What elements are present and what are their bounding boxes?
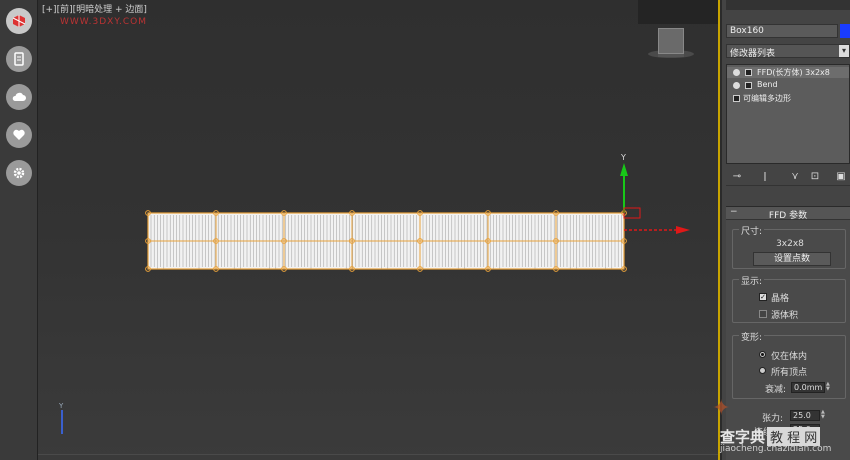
object-name-field[interactable]: Box160 [726,24,838,38]
heart-icon[interactable] [6,122,32,148]
front-viewport[interactable]: [+][前][明暗处理 + 边面] WWW.3DXY.COM Y Y [38,0,720,460]
stack-item-label: Bend [757,80,778,89]
watermark-url: jiaocheng.chazidian.com [720,444,832,454]
gizmo-x-arrow-icon [676,226,690,234]
deform-group-title: 变形: [739,330,765,343]
show-end-result-icon[interactable]: ǀ [758,170,772,184]
document-icon[interactable] [6,46,32,72]
app-logo-icon[interactable] [6,8,32,34]
stack-item-bend[interactable]: Bend [727,80,849,91]
gear-icon[interactable] [6,160,32,186]
site-watermark-corner: ✦ 查字典教 程 网 jiaocheng.chazidian.com [708,392,850,460]
expand-icon[interactable] [745,82,752,89]
only-in-volume-label: 仅在体内 [771,352,808,362]
expand-icon[interactable] [745,69,752,76]
only-in-volume-radio[interactable] [759,351,766,358]
pin-stack-icon[interactable]: ⊸ [730,170,744,184]
lattice-label: 晶格 [771,294,790,304]
configure-modifier-sets-icon[interactable]: ▣ [834,170,848,184]
all-vertices-label: 所有顶点 [771,368,808,378]
remove-modifier-icon[interactable]: ⊡ [808,170,822,184]
rollout-header[interactable]: − FFD 参数 [726,207,850,221]
modifier-list-label: 修改器列表 [730,49,776,59]
make-unique-icon[interactable]: ⋎ [788,170,802,184]
set-points-button[interactable]: 设置点数 [753,252,831,266]
dimensions-group-title: 尺寸: [739,224,765,237]
command-panel: Box160 修改器列表 ▾ FFD(长方体) 3x2x8 Bend 可编辑多边… [722,0,850,460]
all-vertices-radio[interactable] [759,367,766,374]
modifier-stack[interactable]: FFD(长方体) 3x2x8 Bend 可编辑多边形 [726,64,850,164]
scene-canvas[interactable]: Y Y [38,0,720,460]
stack-item-label: FFD(长方体) 3x2x8 [757,68,830,77]
modifier-list-dropdown[interactable]: 修改器列表 ▾ [726,44,850,59]
rollout-title: FFD 参数 [768,211,808,221]
cloud-icon[interactable] [6,84,32,110]
world-axis-y-label: Y [58,402,64,410]
dimensions-group: 尺寸: 3x2x8 设置点数 [732,224,846,269]
stack-toolbar: ⊸ ǀ ⋎ ⊡ ▣ [726,168,850,186]
chazidian-logo-icon: ✦ [712,396,731,421]
expand-icon[interactable] [733,95,740,102]
display-group-title: 显示: [739,274,765,287]
viewport-bottom-bar [38,454,718,460]
dimensions-value: 3x2x8 [776,239,804,249]
world-axis-tripod: Y [58,402,64,434]
chevron-down-icon[interactable]: ▾ [839,45,849,57]
lightbulb-icon[interactable] [733,82,740,89]
gizmo-y-label: Y [620,153,626,162]
deform-group: 变形: 仅在体内 所有顶点 衰减: 0.0mm ▲ ▼ [732,330,846,399]
move-gizmo[interactable]: Y [620,153,690,234]
stack-item-editable-poly[interactable]: 可编辑多边形 [727,93,849,104]
lattice-checkbox[interactable]: ✓ [759,293,767,301]
stack-item-ffd[interactable]: FFD(长方体) 3x2x8 [727,67,849,78]
object-color-swatch[interactable] [840,24,850,38]
left-dock [0,0,38,460]
source-volume-checkbox[interactable] [759,310,767,318]
display-group: 显示: ✓ 晶格 源体积 [732,274,846,323]
source-volume-label: 源体积 [771,311,799,321]
command-panel-tabs[interactable] [726,0,850,10]
lightbulb-icon[interactable] [733,69,740,76]
gizmo-y-arrow-icon [620,163,628,176]
stack-item-label: 可编辑多边形 [743,94,791,103]
